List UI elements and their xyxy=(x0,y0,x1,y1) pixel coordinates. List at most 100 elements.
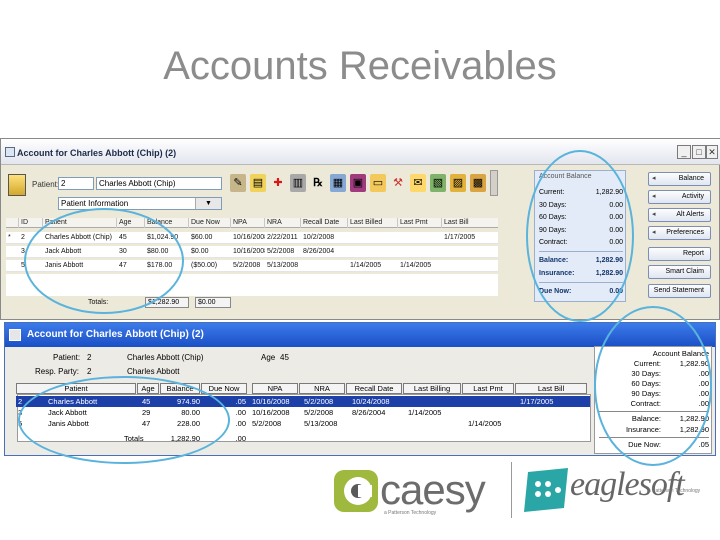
cell-due-now: $60.00 xyxy=(191,234,213,241)
patient-name: Charles Abbott (Chip) xyxy=(127,353,204,362)
column-header[interactable]: NRA xyxy=(299,383,345,394)
note-icon[interactable]: ▨ xyxy=(450,174,466,192)
preferences-button[interactable]: ◂ Preferences xyxy=(648,226,711,240)
cell-npa: 10/16/2008 xyxy=(233,234,265,241)
table-row[interactable]: 2 Charles Abbott 45 974.90 .05 10/16/200… xyxy=(16,396,590,407)
due-now-row: Due Now: 0.00 xyxy=(539,288,623,295)
cell-balance: $80.00 xyxy=(147,248,169,255)
column-header[interactable]: NPA xyxy=(231,218,265,228)
total-balance: $1,282.90 xyxy=(145,297,189,308)
chevron-down-icon[interactable]: ▼ xyxy=(195,198,221,209)
balance-panel-title: Account Balance xyxy=(652,349,709,358)
column-header[interactable]: Balance xyxy=(160,383,200,394)
cell-recall-date xyxy=(301,260,348,272)
column-header[interactable]: Patient xyxy=(43,218,117,228)
column-header[interactable]: NPA xyxy=(252,383,298,394)
cell-last-bill xyxy=(442,260,498,272)
cell-patient: Jack Abbott xyxy=(45,248,82,255)
column-header[interactable]: Recall Date xyxy=(346,383,402,394)
folder-icon[interactable]: ▭ xyxy=(370,174,386,192)
column-header[interactable]: Balance xyxy=(145,218,189,228)
maximize-button[interactable]: □ xyxy=(692,145,706,159)
column-header[interactable]: NRA xyxy=(265,218,301,228)
table-row[interactable]: * 2 Charles Abbott (Chip) 45 $1,024.90 $… xyxy=(6,232,498,244)
grid-empty-area xyxy=(6,274,498,296)
table-row[interactable]: 5 Janis Abbott 47 $178.00 ($50.00) 5/2/2… xyxy=(6,260,498,272)
patient-id-field[interactable]: 2 xyxy=(58,177,94,190)
table-row[interactable]: 3 Jack Abbott 29 80.00 .00 10/16/2008 5/… xyxy=(16,407,590,418)
cell-npa: 5/2/2008 xyxy=(233,262,261,269)
separator xyxy=(539,282,623,283)
cell-nra: 2/22/2011 xyxy=(267,234,298,241)
cell-balance: $178.00 xyxy=(147,262,173,269)
schedule-icon[interactable]: ▧ xyxy=(430,174,446,192)
alt-alerts-button[interactable]: ◂ Alt Alerts xyxy=(648,208,711,222)
column-header[interactable]: Last Pmt xyxy=(462,383,514,394)
ledger-icon[interactable]: ▣ xyxy=(350,174,366,192)
cell-patient: Janis Abbott xyxy=(45,262,84,269)
column-header[interactable]: Patient xyxy=(16,383,136,394)
send-statement-button[interactable]: Send Statement xyxy=(648,284,711,298)
cell-balance: $1,024.90 xyxy=(147,234,179,241)
balance-row: Contract: .00 xyxy=(630,399,709,408)
prescription-icon[interactable]: ℞ xyxy=(310,174,326,192)
envelope-icon[interactable]: ✉ xyxy=(410,174,426,192)
window-title: Account for Charles Abbott (Chip) (2) xyxy=(27,329,204,340)
column-header[interactable]: Recall Date xyxy=(301,218,348,228)
printer-icon[interactable]: ▥ xyxy=(290,174,306,192)
table-row[interactable]: 3 Jack Abbott 30 $80.00 $0.00 10/16/2008… xyxy=(6,246,498,258)
medical-cross-icon[interactable]: ✚ xyxy=(270,174,286,192)
window-titlebar: Account for Charles Abbott (Chip) (2) xyxy=(5,323,715,347)
cell-recall-date: 8/26/2004 xyxy=(303,248,335,255)
totals-row: Totals: $1,282.90 $0.00 xyxy=(6,296,498,308)
column-header[interactable]: Age xyxy=(117,218,145,228)
column-header[interactable]: Due Now xyxy=(201,383,247,394)
age-label: Age xyxy=(261,353,276,362)
balance-row: 30 Days: .00 xyxy=(631,369,709,378)
balance-total-row: Balance: 1,282.90 xyxy=(631,414,709,423)
triangle-icon: ◂ xyxy=(652,175,656,182)
row-marker xyxy=(6,246,19,258)
totals-row: Totals 1,282.90 .00 xyxy=(16,433,590,444)
activity-button[interactable]: ◂ Activity xyxy=(648,190,711,204)
family-file-icon[interactable] xyxy=(8,174,26,196)
column-header[interactable]: Age xyxy=(137,383,159,394)
column-header[interactable]: Last Billing xyxy=(403,383,461,394)
tool-icon[interactable]: ⚒ xyxy=(390,174,406,192)
cell-age: 47 xyxy=(119,262,127,269)
patient-name-field[interactable]: Charles Abbott (Chip) xyxy=(96,177,222,190)
balance-row: 60 Days: 0.00 xyxy=(539,214,623,221)
cell-recall-date: 10/2/2008 xyxy=(303,234,335,241)
insurance-row: Insurance: 1,282.90 xyxy=(625,425,709,434)
column-header[interactable]: Due Now xyxy=(189,218,231,228)
balance-row: 90 Days: .00 xyxy=(631,389,709,398)
minimize-button[interactable]: _ xyxy=(677,145,691,159)
close-button[interactable]: ✕ xyxy=(706,145,718,159)
cell-last-pmt xyxy=(398,246,442,258)
cell-nra: 5/13/2008 xyxy=(267,262,299,269)
row-marker xyxy=(6,260,19,272)
toolbar-scrollbar[interactable] xyxy=(490,170,498,196)
edit-icon[interactable]: ✎ xyxy=(230,174,246,192)
triangle-icon: ◂ xyxy=(652,229,656,236)
age-value: 45 xyxy=(280,353,289,362)
column-header[interactable]: Last Pmt xyxy=(398,218,442,228)
report-button[interactable]: Report xyxy=(648,247,711,261)
totals-label: Totals xyxy=(124,434,144,443)
contact-icon[interactable]: ▩ xyxy=(470,174,486,192)
insurance-row: Insurance: 1,282.90 xyxy=(539,270,623,277)
total-due-now: .00 xyxy=(235,434,246,443)
cell-last-bill: 1/17/2005 xyxy=(444,234,476,241)
chart-icon[interactable]: ▦ xyxy=(330,174,346,192)
table-row[interactable]: 5 Janis Abbott 47 228.00 .00 5/2/2008 5/… xyxy=(16,418,590,429)
caesy-wordmark: caesy xyxy=(380,466,486,513)
view-combo[interactable]: Patient Information ▼ xyxy=(58,197,222,210)
balance-button[interactable]: ◂ Balance xyxy=(648,172,711,186)
document-icon[interactable]: ▤ xyxy=(250,174,266,192)
cell-due-now: $0.00 xyxy=(191,248,209,255)
column-header[interactable]: ID xyxy=(19,218,43,228)
column-header[interactable]: Last Bill xyxy=(442,218,498,228)
column-header[interactable]: Last Bill xyxy=(515,383,587,394)
smart-claim-button[interactable]: Smart Claim xyxy=(648,265,711,279)
column-header[interactable]: Last Billed xyxy=(348,218,398,228)
